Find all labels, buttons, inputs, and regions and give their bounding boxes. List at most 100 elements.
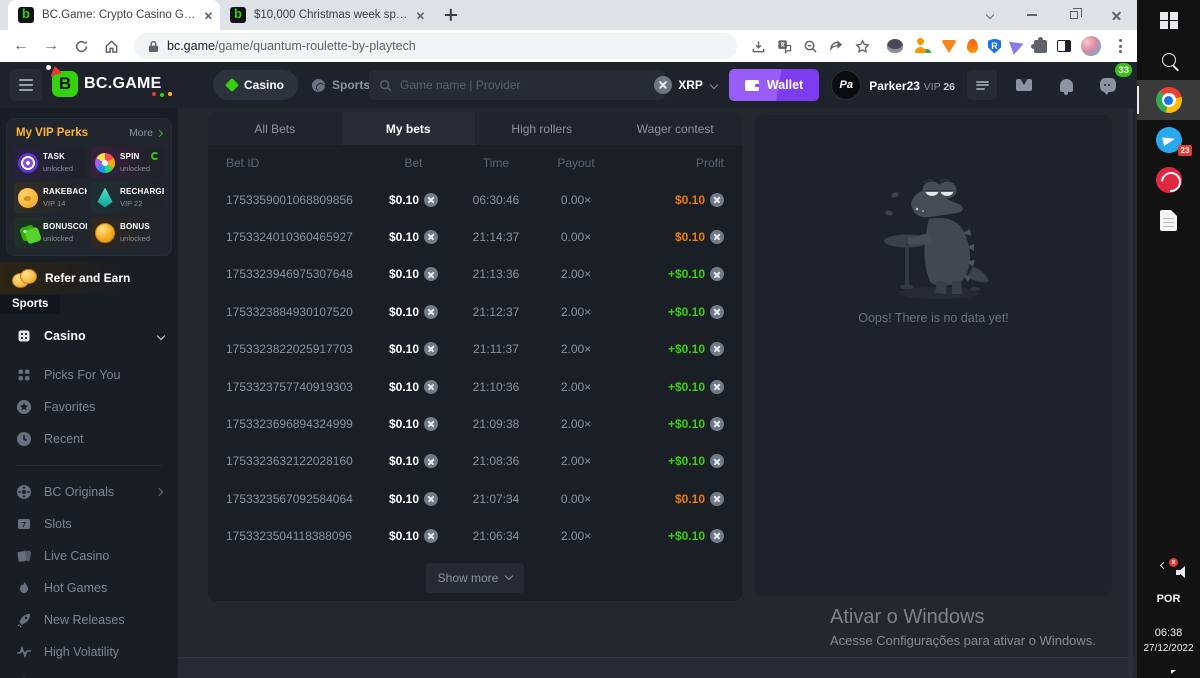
profile-button[interactable]: Pa Parker23 VIP 26	[831, 70, 955, 100]
back-button[interactable]: ←	[8, 33, 34, 59]
sidebar-item-bc-originals[interactable]: BC Originals	[0, 476, 178, 508]
flame-extension-icon[interactable]	[967, 39, 978, 53]
vip-perk-rakeback[interactable]: RAKEBACKVIP 14	[14, 182, 87, 213]
chevron-down-icon	[986, 11, 994, 19]
bet-list-button[interactable]	[967, 70, 997, 100]
minimize-button[interactable]	[1011, 0, 1053, 30]
sidebar-item-new-releases[interactable]: New Releases	[0, 604, 178, 636]
messages-button[interactable]	[1009, 70, 1039, 100]
xrp-coin-icon	[424, 267, 438, 281]
table-row[interactable]: 1753359001068809856$0.1006:30:460.00×$0.…	[208, 181, 742, 218]
sidebar-item-high-volatility[interactable]: High Volatility	[0, 636, 178, 668]
site-logo[interactable]: B BC.GAME	[52, 71, 162, 97]
table-row[interactable]: 1753323946975307648$0.1021:13:362.00×+$0…	[208, 256, 742, 293]
reload-button[interactable]	[68, 33, 94, 59]
sidebar-item-recent[interactable]: Recent	[0, 423, 178, 455]
sidebar-extension-icon[interactable]	[1057, 40, 1071, 52]
table-row[interactable]: 1753323757740919303$0.1021:10:362.00×+$0…	[208, 368, 742, 405]
bets-tab-high-rollers[interactable]: High rollers	[475, 112, 609, 145]
close-tab-icon[interactable]	[205, 12, 211, 18]
perk-name: RAKEBACK	[43, 187, 83, 197]
taskbar-clock[interactable]: 06:38 27/12/2022	[1143, 627, 1193, 654]
hamburger-menu-icon[interactable]	[10, 69, 42, 101]
refer-and-earn-button[interactable]: Refer and Earn	[0, 262, 178, 294]
taskbar-notepad-button[interactable]	[1137, 200, 1200, 240]
vip-perk-recharge[interactable]: RECHARGEVIP 22	[91, 182, 164, 213]
bet-time: 21:14:37	[451, 230, 541, 244]
sidebar-item-hot-games[interactable]: Hot Games	[0, 572, 178, 604]
avatar: Pa	[831, 70, 861, 100]
address-bar[interactable]: bc.game/game/quantum-roulette-by-playtec…	[134, 33, 737, 59]
kebab-extension-icon[interactable]	[1111, 37, 1129, 55]
table-row[interactable]: 1753323822025917703$0.1021:11:372.00×+$0…	[208, 331, 742, 368]
browser-tab-christmas[interactable]: $10,000 Christmas week special	[220, 0, 432, 30]
new-tab-button[interactable]	[438, 2, 464, 28]
metamask-extension-icon[interactable]	[941, 40, 957, 53]
sidebar-item-slots[interactable]: 7Slots	[0, 508, 178, 540]
bet-payout: 0.00×	[541, 193, 611, 207]
sidebar-item-live-casino[interactable]: Live Casino	[0, 540, 178, 572]
user-check-extension-icon[interactable]	[913, 37, 931, 55]
table-row[interactable]: 1753323696894324999$0.1021:09:382.00×+$0…	[208, 405, 742, 442]
table-row[interactable]: 1753323567092584064$0.1021:07:340.00×$0.…	[208, 480, 742, 517]
share-icon[interactable]	[825, 35, 847, 57]
extensions-row: R	[887, 36, 1129, 56]
sidebar-item-feature-buy-in[interactable]: Feature Buy-in	[0, 668, 178, 678]
nav-casino-button[interactable]: Casino	[213, 70, 298, 100]
vip-perks-more-link[interactable]: More	[129, 127, 162, 139]
vip-perk-bonuscode[interactable]: BONUSCODEunlocked	[14, 217, 87, 248]
table-row[interactable]: 1753324010360465927$0.1021:14:370.00×$0.…	[208, 218, 742, 255]
avatar-extension-icon[interactable]	[1081, 36, 1101, 56]
download-icon[interactable]	[747, 35, 769, 57]
vip-perk-spin[interactable]: SPINunlocked	[91, 147, 164, 178]
close-tab-icon[interactable]	[417, 12, 423, 18]
site-body: My VIP Perks More TASKunlockedSPINunlock…	[0, 108, 1137, 678]
tray-expand-button[interactable]	[1161, 563, 1166, 568]
bookmark-star-icon[interactable]	[851, 35, 873, 57]
table-row[interactable]: 1753323884930107520$0.1021:12:372.00×+$0…	[208, 293, 742, 330]
empty-state-panel: Oops! There is no data yet!	[755, 115, 1112, 596]
taskbar-chrome-button[interactable]	[1137, 80, 1200, 120]
game-search[interactable]	[369, 70, 665, 100]
url-path: /game/quantum-roulette-by-playtech	[215, 39, 416, 53]
sidebar-item-favorites[interactable]: Favorites	[0, 391, 178, 423]
paper-plane-extension-icon[interactable]	[1009, 37, 1026, 55]
page-scrollbar[interactable]	[1128, 108, 1133, 678]
puzzle-extension-icon[interactable]	[1034, 40, 1047, 53]
nav-sports-button[interactable]: Sports	[312, 70, 370, 100]
show-more-button[interactable]: Show more	[426, 563, 525, 593]
taskbar-red-app-button[interactable]	[1137, 160, 1200, 200]
notifications-button[interactable]	[1051, 70, 1081, 100]
sidebar-item-casino[interactable]: Casino	[0, 321, 178, 351]
xrp-coin-icon	[654, 76, 672, 94]
shield-extension-icon[interactable]: R	[988, 39, 1001, 54]
taskbar-search-button[interactable]	[1137, 40, 1200, 80]
start-button[interactable]	[1137, 0, 1200, 40]
table-row[interactable]: 1753323632122028160$0.1021:08:362.00×+$0…	[208, 443, 742, 480]
forward-button[interactable]: →	[38, 33, 64, 59]
bet-payout: 2.00×	[541, 305, 611, 319]
taskbar-telegram-button[interactable]: 23	[1137, 120, 1200, 160]
zoom-out-icon[interactable]	[799, 35, 821, 57]
bets-tab-my-bets[interactable]: My bets	[342, 112, 476, 145]
restore-button[interactable]	[1053, 0, 1095, 30]
close-window-button[interactable]	[1095, 0, 1137, 30]
browser-tab-bcgame[interactable]: BC.Game: Crypto Casino Games	[8, 0, 220, 30]
currency-selector[interactable]: XRP	[654, 76, 717, 94]
bets-tab-all-bets[interactable]: All Bets	[208, 112, 342, 145]
gorilla-extension-icon[interactable]	[887, 39, 903, 53]
vip-perk-task[interactable]: TASKunlocked	[14, 147, 87, 178]
wallet-button[interactable]: Wallet	[729, 69, 819, 101]
vip-perk-bonus[interactable]: BONUSunlocked	[91, 217, 164, 248]
home-button[interactable]	[98, 33, 124, 59]
chat-button[interactable]: 33	[1093, 70, 1123, 100]
clock-date: 27/12/2022	[1143, 643, 1193, 654]
search-input[interactable]	[400, 78, 655, 92]
table-row[interactable]: 1753323504118388096$0.1021:06:342.00×+$0…	[208, 518, 742, 555]
translate-icon[interactable]	[773, 35, 795, 57]
bets-tab-wager-contest[interactable]: Wager contest	[609, 112, 743, 145]
tab-search-button[interactable]	[969, 0, 1011, 30]
bet-time: 21:12:37	[451, 305, 541, 319]
language-indicator[interactable]: POR	[1157, 593, 1181, 605]
sidebar-item-picks-for-you[interactable]: Picks For You	[0, 359, 178, 391]
